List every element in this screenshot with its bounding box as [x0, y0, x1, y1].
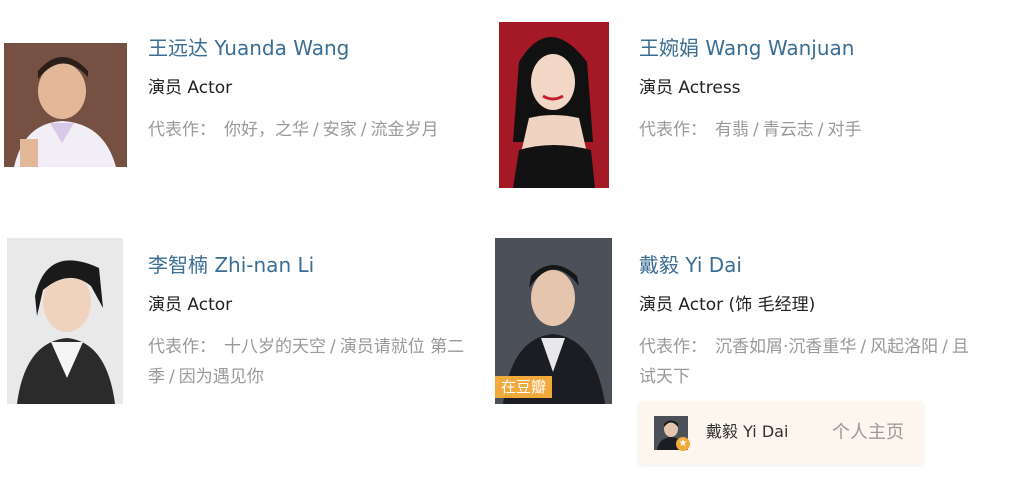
on-douban-badge[interactable]: 在豆瓣: [495, 376, 553, 398]
separator: /: [360, 120, 367, 140]
star-icon: ★: [676, 437, 690, 451]
separator: /: [313, 120, 319, 140]
person-name-link[interactable]: 王远达 Yuanda Wang: [148, 35, 488, 61]
representative-works: 代表作： 有翡 / 青云志 / 对手: [639, 115, 979, 145]
work-link[interactable]: 青云志: [763, 120, 814, 140]
work-link[interactable]: 有翡: [715, 120, 749, 140]
separator: /: [942, 337, 948, 357]
representative-works: 代表作： 沉香如屑·沉香重华 / 风起洛阳 / 且试天下: [639, 332, 984, 392]
person-photo-yi-dai[interactable]: 在豆瓣: [495, 238, 612, 404]
separator: /: [330, 337, 336, 357]
person-role: 演员 Actor: [148, 78, 233, 98]
work-link[interactable]: 因为遇见你: [179, 367, 264, 387]
person-photo-yuanda-wang[interactable]: [4, 43, 127, 167]
person-role: 演员 Actor: [148, 295, 233, 315]
work-link[interactable]: 安家: [323, 120, 357, 140]
works-label: 代表作：: [148, 337, 216, 357]
person-photo-zhi-nan-li[interactable]: [7, 238, 123, 404]
works-label: 代表作：: [148, 120, 216, 140]
person-name-link[interactable]: 戴毅 Yi Dai: [639, 252, 984, 278]
separator: /: [753, 120, 759, 140]
person-name-link[interactable]: 李智楠 Zhi-nan Li: [148, 252, 483, 278]
person-name-link[interactable]: 王婉娟 Wang Wanjuan: [639, 35, 979, 61]
works-label: 代表作：: [639, 120, 707, 140]
douban-profile-popup: ★ 戴毅 Yi Dai 个人主页: [638, 401, 924, 465]
representative-works: 代表作： 你好，之华 / 安家 / 流金岁月: [148, 115, 488, 145]
work-link[interactable]: 对手: [827, 120, 861, 140]
person-photo-wang-wanjuan[interactable]: [499, 22, 609, 188]
work-link[interactable]: 流金岁月: [370, 120, 438, 140]
representative-works: 代表作： 十八岁的天空 / 演员请就位 第二季 / 因为遇见你: [148, 332, 483, 392]
work-link[interactable]: 沉香如屑·沉香重华: [715, 337, 856, 357]
separator: /: [817, 120, 824, 140]
work-link[interactable]: 十八岁的天空: [224, 337, 326, 357]
work-link[interactable]: 风起洛阳: [870, 337, 938, 357]
work-link[interactable]: 你好，之华: [224, 120, 309, 140]
personal-homepage-link[interactable]: 个人主页: [832, 421, 904, 445]
separator: /: [169, 367, 175, 387]
person-role: 演员 Actor (饰 毛经理): [639, 295, 816, 315]
popup-person-name: 戴毅 Yi Dai: [706, 422, 789, 441]
person-role: 演员 Actress: [639, 78, 741, 98]
separator: /: [860, 337, 867, 357]
works-label: 代表作：: [639, 337, 707, 357]
